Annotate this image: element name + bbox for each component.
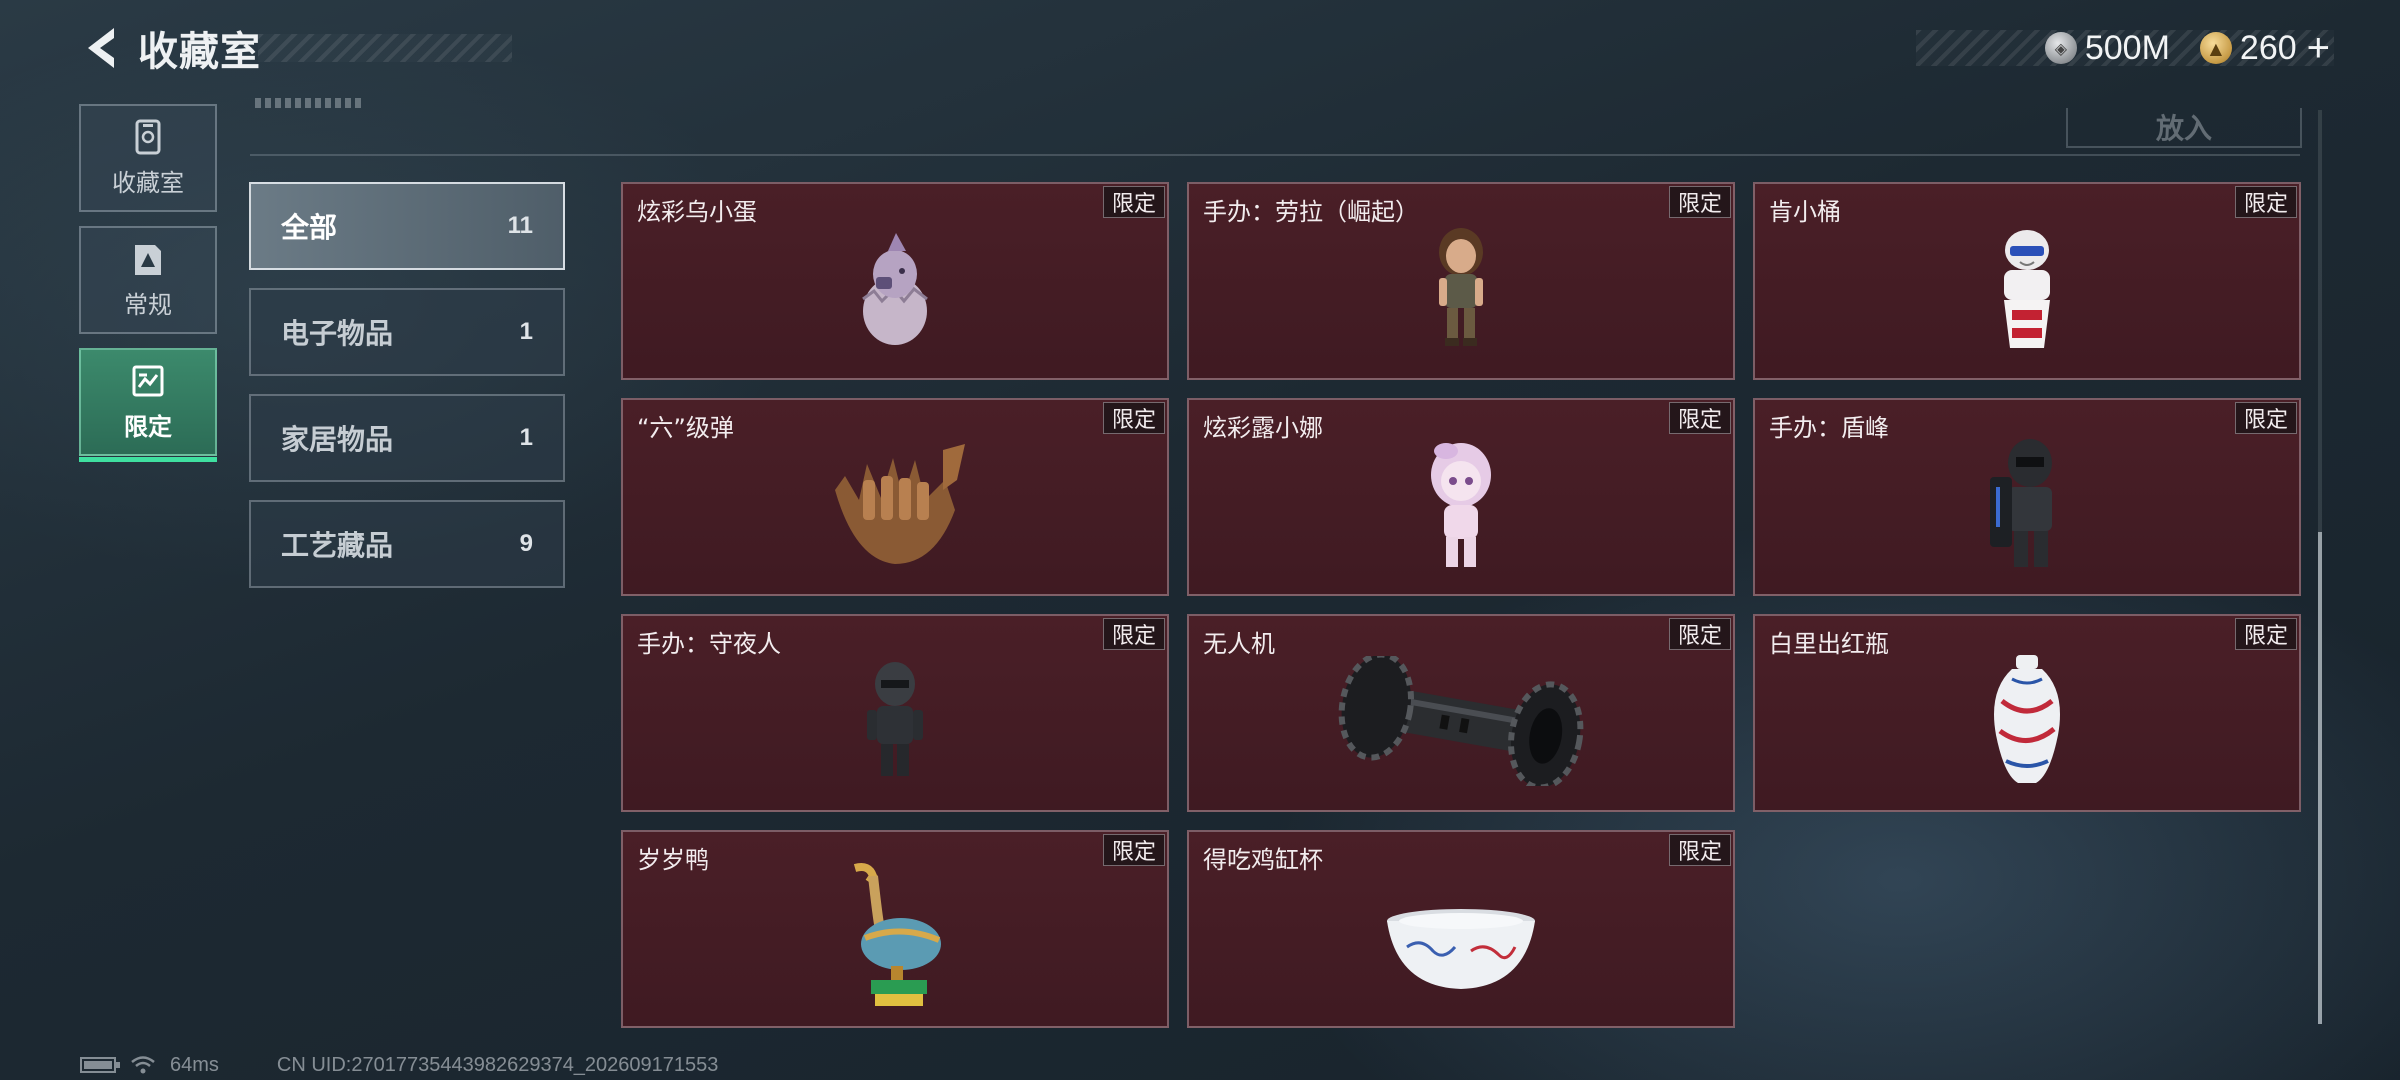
category-filters: 全部 11 电子物品 1 家居物品 1 工艺藏品 9 (249, 182, 565, 606)
item-card[interactable]: 白里出红瓶 限定 (1753, 614, 2301, 812)
night-watcher-figure-icon (867, 661, 923, 776)
filter-label: 电子物品 (281, 317, 394, 350)
item-name: 白里出红瓶 (1769, 630, 1889, 658)
vault-icon (135, 119, 161, 154)
title-area: 收藏室 (138, 20, 512, 76)
limited-tag: 限定 (2234, 186, 2297, 218)
nav-item-regular[interactable]: 常规 (79, 226, 217, 334)
filter-label: 全部 (281, 211, 338, 244)
limited-tag: 限定 (1102, 618, 1165, 650)
porcelain-vase-icon (1994, 654, 2060, 783)
limited-icon (132, 365, 164, 396)
back-arrow-icon (88, 28, 114, 68)
gold-currency: ▲ 260 (2199, 28, 2297, 68)
silver-currency: ◈ 500M (2044, 28, 2170, 68)
item-card[interactable]: 手办：守夜人 限定 (621, 614, 1169, 812)
gold-coin-icon: ▲ (2199, 32, 2232, 64)
bullet-hand-sculpture-icon (835, 443, 965, 564)
limited-tag: 限定 (1102, 834, 1165, 866)
nav-item-limited[interactable]: 限定 (79, 348, 217, 462)
item-name: 肯小桶 (1769, 198, 1841, 226)
pink-girl-figure-icon (1431, 442, 1491, 567)
item-card[interactable]: 炫彩乌小蛋 限定 (621, 182, 1169, 380)
limited-tag: 限定 (1102, 402, 1165, 434)
item-card[interactable]: 炫彩露小娜 限定 (1187, 398, 1735, 596)
filter-household[interactable]: 家居物品 1 (249, 394, 565, 482)
porcelain-cup-icon (1387, 909, 1535, 990)
item-name: 岁岁鸭 (637, 846, 709, 874)
filter-count: 9 (519, 530, 533, 557)
item-card[interactable]: 岁岁鸭 限定 (621, 830, 1169, 1028)
user-uid: CN UID:27017735443982629374_202609171553 (276, 1053, 719, 1076)
limited-tag: 限定 (1668, 618, 1731, 650)
add-currency-button[interactable]: + (2307, 28, 2330, 68)
filter-label: 家居物品 (281, 423, 394, 456)
page-title: 收藏室 (138, 29, 261, 75)
item-card[interactable]: 手办：盾峰 限定 (1753, 398, 2301, 596)
silver-coin-icon: ◈ (2044, 32, 2077, 64)
gold-value: 260 (2239, 28, 2297, 67)
filter-electronics[interactable]: 电子物品 1 (249, 288, 565, 376)
ping-value: 64ms (170, 1053, 219, 1076)
item-grid: 炫彩乌小蛋 限定 手办：劳拉（崛起） 限定 肯小桶 限定 “六”级弹 限定 炫彩… (621, 182, 2301, 1028)
item-name: 炫彩露小娜 (1203, 414, 1323, 442)
item-card[interactable]: “六”级弹 限定 (621, 398, 1169, 596)
back-button[interactable] (78, 22, 126, 74)
nav-item-label: 常规 (124, 290, 172, 319)
filter-label: 工艺藏品 (281, 529, 394, 562)
battery-icon (80, 1057, 120, 1073)
item-card[interactable]: 手办：劳拉（崛起） 限定 (1187, 182, 1735, 380)
bucket-chef-figure-icon (2004, 229, 2050, 348)
nav-item-label: 收藏室 (112, 168, 184, 197)
filter-crafts[interactable]: 工艺藏品 9 (249, 500, 565, 588)
status-footer: 64ms CN UID:27017735443982629374_2026091… (80, 1052, 718, 1078)
filter-all[interactable]: 全部 11 (249, 182, 565, 270)
scrollbar-thumb[interactable] (2318, 532, 2322, 1024)
limited-tag: 限定 (1668, 402, 1731, 434)
shield-soldier-figure-icon (1990, 438, 2052, 567)
egg-creature-figure-icon (862, 232, 928, 345)
drone-roller-icon (1338, 655, 1584, 786)
item-card[interactable]: 得吃鸡缸杯 限定 (1187, 830, 1735, 1028)
nav-item-label: 限定 (124, 412, 172, 441)
item-name: 无人机 (1203, 630, 1275, 658)
divider (250, 154, 2300, 156)
item-name: 手办：盾峰 (1769, 414, 1889, 442)
silver-value: 500M (2084, 28, 2170, 67)
explorer-figure-icon (1439, 227, 1483, 346)
item-card[interactable]: 肯小桶 限定 (1753, 182, 2301, 380)
card-icon (135, 244, 161, 275)
clipped-text-decoration (255, 98, 365, 108)
limited-tag: 限定 (1668, 186, 1731, 218)
item-name: “六”级弹 (637, 414, 734, 442)
item-name: 手办：守夜人 (637, 630, 781, 658)
item-card[interactable]: 无人机 限定 (1187, 614, 1735, 812)
currency-bar: ◈ 500M ▲ 260 + (1916, 28, 2334, 68)
filter-count: 1 (519, 424, 533, 451)
filter-count: 1 (519, 318, 533, 345)
item-name: 炫彩乌小蛋 (637, 198, 757, 226)
nav-item-vault[interactable]: 收藏室 (79, 104, 217, 212)
filter-count: 11 (507, 212, 533, 239)
limited-tag: 限定 (2234, 618, 2297, 650)
limited-tag: 限定 (2234, 402, 2297, 434)
item-name: 手办：劳拉（崛起） (1203, 198, 1419, 226)
wifi-icon (131, 1056, 155, 1074)
side-nav: 收藏室 常规 限定 (79, 104, 217, 470)
limited-tag: 限定 (1668, 834, 1731, 866)
limited-tag: 限定 (1102, 186, 1165, 218)
put-in-button[interactable]: 放入 (2066, 108, 2302, 148)
duck-statue-icon (853, 862, 941, 1006)
item-name: 得吃鸡缸杯 (1203, 846, 1323, 874)
title-stripe-decoration (258, 34, 512, 62)
